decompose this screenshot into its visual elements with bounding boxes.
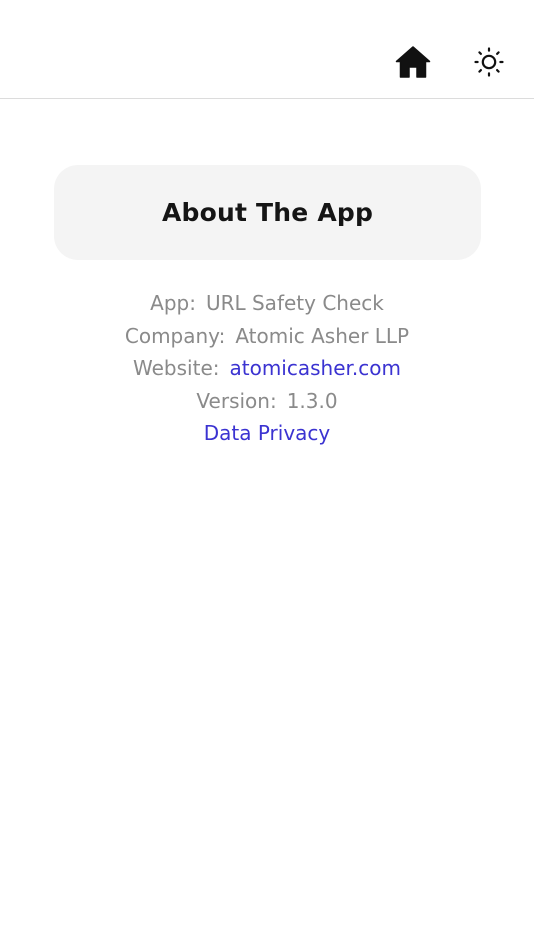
app-name-row: App: URL Safety Check	[0, 287, 534, 320]
about-title-card: About The App	[54, 165, 481, 260]
app-value: URL Safety Check	[205, 291, 384, 315]
company-label: Company:	[124, 323, 226, 348]
app-label: App:	[150, 291, 196, 315]
website-label: Website:	[133, 356, 220, 380]
top-app-bar	[0, 0, 534, 99]
website-link[interactable]: atomicasher.com	[229, 356, 400, 380]
company-value: Atomic Asher LLP	[235, 323, 410, 348]
app-info-section: App: URL Safety Check Company: Atomic Ashe…	[0, 287, 534, 450]
version-row: Version: 1.3.0	[0, 385, 534, 418]
home-icon	[395, 46, 431, 78]
data-privacy-link[interactable]: Data Privacy	[204, 421, 331, 445]
theme-toggle-button[interactable]	[472, 45, 505, 78]
company-row: Company: Atomic Asher LLP	[0, 320, 534, 353]
website-row: Website: atomicasher.com	[0, 352, 534, 385]
privacy-row: Data Privacy	[0, 417, 534, 450]
sun-icon	[473, 46, 504, 77]
version-value: 1.3.0	[286, 388, 338, 413]
page-title: About The App	[161, 198, 374, 227]
version-label: Version:	[196, 388, 277, 413]
home-button[interactable]	[394, 44, 432, 80]
about-screen: About The App App: URL Safety Check Compa…	[0, 0, 534, 950]
